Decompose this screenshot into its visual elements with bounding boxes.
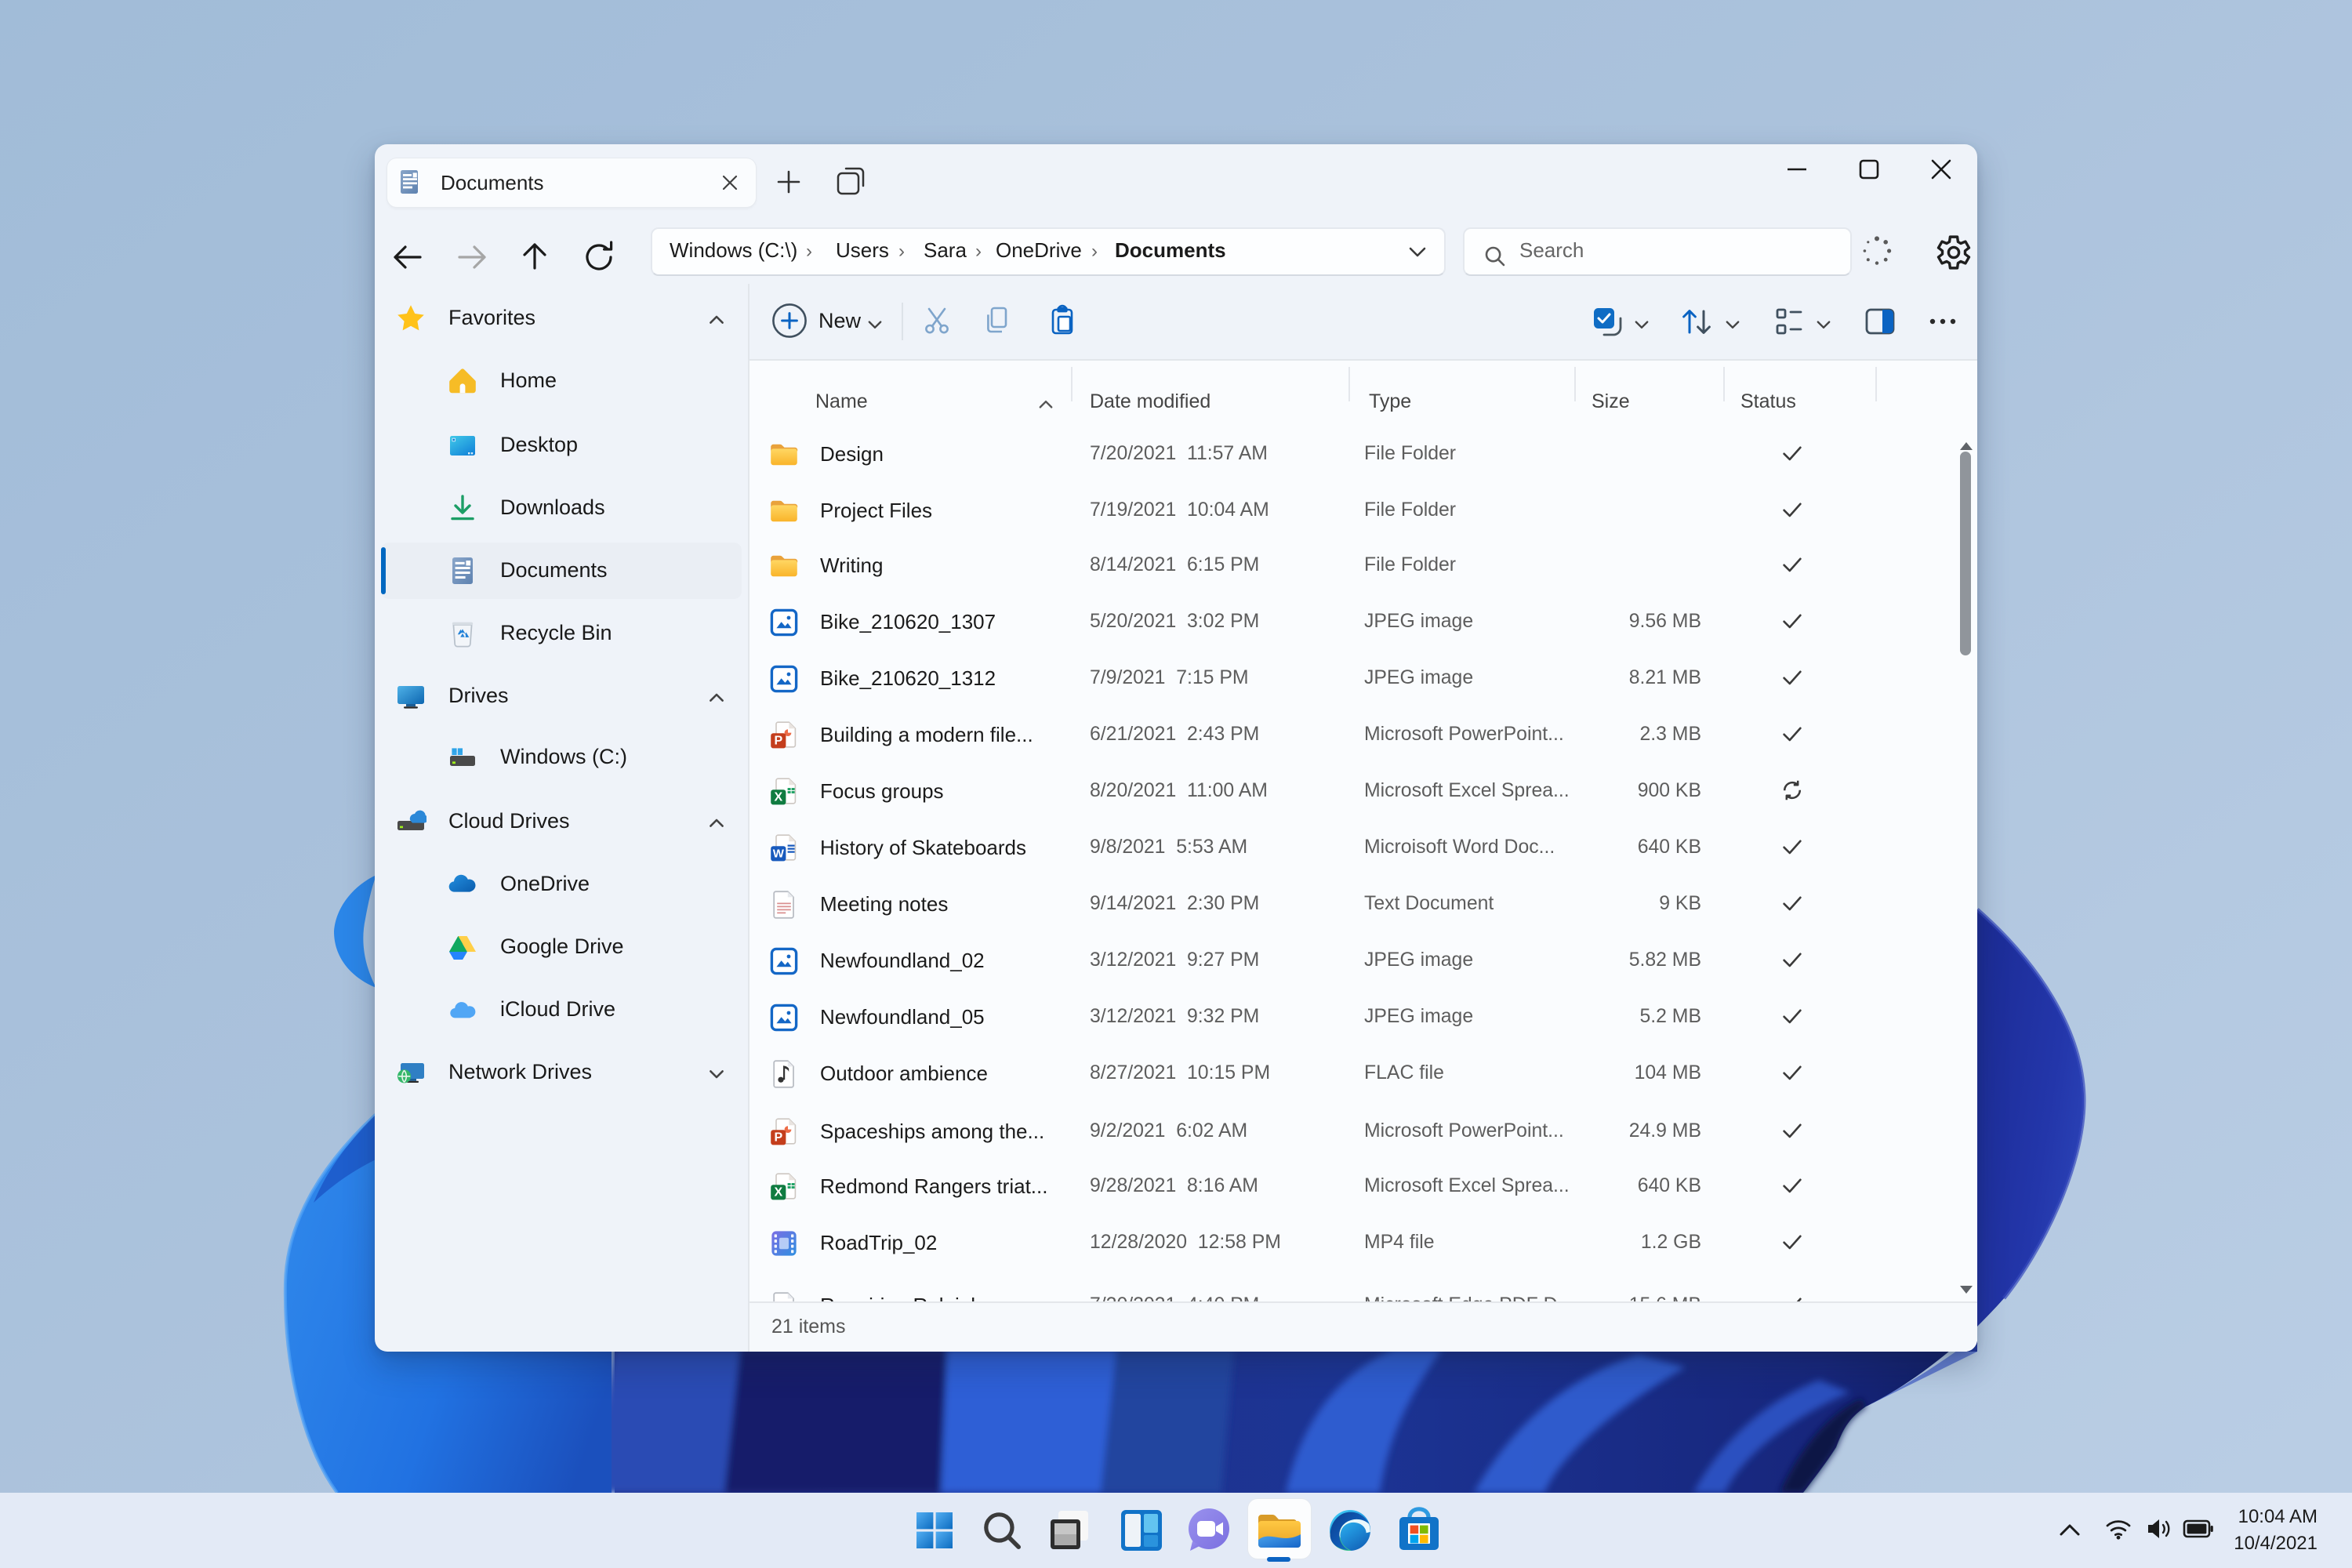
svg-text:P: P (774, 1131, 782, 1145)
svg-text:X: X (774, 1186, 782, 1200)
svg-text:X: X (774, 791, 782, 804)
svg-text:P: P (774, 735, 782, 748)
svg-text:W: W (773, 848, 785, 861)
